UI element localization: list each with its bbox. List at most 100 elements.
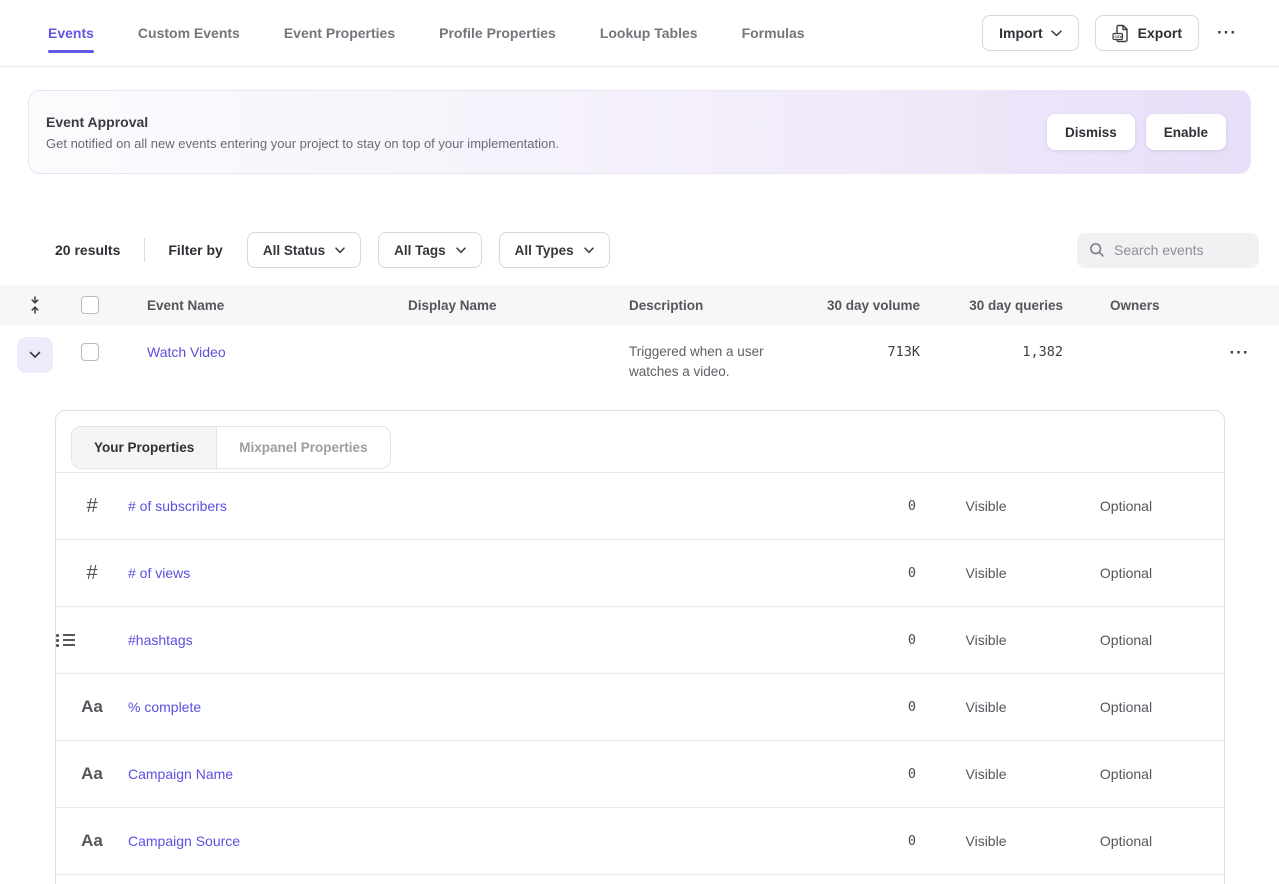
enable-button[interactable]: Enable xyxy=(1146,114,1226,150)
text-icon xyxy=(56,697,128,717)
property-row: Campaign Source 0 Visible Optional xyxy=(56,808,1224,875)
collapse-rows-icon[interactable] xyxy=(0,296,70,314)
select-all-checkbox[interactable] xyxy=(81,296,99,314)
import-label: Import xyxy=(999,25,1043,41)
property-visibility: Visible xyxy=(916,498,1056,514)
property-requirement: Optional xyxy=(1056,699,1196,715)
status-filter-dropdown[interactable]: All Status xyxy=(247,232,361,268)
property-row: % complete 0 Visible Optional xyxy=(56,674,1224,741)
property-row: # of views 0 Visible Optional xyxy=(56,540,1224,607)
event-approval-banner: Event Approval Get notified on all new e… xyxy=(28,90,1251,174)
property-visibility: Visible xyxy=(916,833,1056,849)
description-line-2: watches a video. xyxy=(629,362,820,382)
volume-value: 713K xyxy=(820,344,920,360)
property-row: # of subscribers 0 Visible Optional xyxy=(56,473,1224,540)
types-filter-dropdown[interactable]: All Types xyxy=(499,232,610,268)
tab-profile-properties[interactable]: Profile Properties xyxy=(439,0,556,66)
results-count: 20 results xyxy=(55,242,120,258)
property-queries: 0 xyxy=(806,632,916,648)
top-nav: Events Custom Events Event Properties Pr… xyxy=(0,0,1279,67)
nav-actions: Import csv Export ··· xyxy=(982,15,1239,51)
property-name-link[interactable]: # of views xyxy=(128,565,806,581)
filter-toolbar: 20 results Filter by All Status All Tags… xyxy=(0,232,1279,268)
property-visibility: Visible xyxy=(916,632,1056,648)
list-icon xyxy=(56,633,76,647)
row-checkbox[interactable] xyxy=(81,343,99,361)
filter-by-label: Filter by xyxy=(168,242,222,258)
banner-text: Event Approval Get notified on all new e… xyxy=(46,114,559,151)
properties-segmented-control: Your Properties Mixpanel Properties xyxy=(71,426,391,469)
tab-your-properties[interactable]: Your Properties xyxy=(72,427,217,468)
tab-lookup-tables[interactable]: Lookup Tables xyxy=(600,0,698,66)
property-queries: 0 xyxy=(806,498,916,514)
table-row: Watch Video Triggered when a user watche… xyxy=(0,325,1279,395)
event-name-cell: Watch Video xyxy=(147,325,408,362)
col-description: Description xyxy=(629,298,820,313)
chevron-down-icon xyxy=(584,247,594,254)
property-name-link[interactable]: Campaign Name xyxy=(128,766,806,782)
chevron-down-icon xyxy=(1051,30,1062,37)
export-label: Export xyxy=(1138,25,1182,41)
number-icon xyxy=(56,495,128,518)
description-line-1: Triggered when a user xyxy=(629,342,820,362)
property-name-link[interactable]: #hashtags xyxy=(128,632,806,648)
import-button[interactable]: Import xyxy=(982,15,1079,51)
tab-event-properties[interactable]: Event Properties xyxy=(284,0,395,66)
property-requirement: Optional xyxy=(1056,766,1196,782)
property-row: Campaign Name 0 Visible Optional xyxy=(56,741,1224,808)
event-name-link[interactable]: Watch Video xyxy=(147,344,226,360)
chevron-down-icon xyxy=(29,351,41,359)
event-description: Triggered when a user watches a video. xyxy=(629,342,820,382)
properties-panel: Your Properties Mixpanel Properties # of… xyxy=(55,410,1225,884)
csv-file-icon: csv xyxy=(1112,24,1130,43)
property-name-link[interactable]: Campaign Source xyxy=(128,833,806,849)
tab-custom-events[interactable]: Custom Events xyxy=(138,0,240,66)
property-queries: 0 xyxy=(806,833,916,849)
row-select-cell xyxy=(70,343,147,361)
property-queries: 0 xyxy=(806,565,916,581)
row-more-options-icon[interactable]: ··· xyxy=(1228,339,1252,367)
property-requirement: Optional xyxy=(1056,498,1196,514)
tab-mixpanel-properties[interactable]: Mixpanel Properties xyxy=(217,427,389,468)
property-requirement: Optional xyxy=(1056,833,1196,849)
types-filter-label: All Types xyxy=(515,243,574,258)
banner-description: Get notified on all new events entering … xyxy=(46,136,559,151)
collapse-row-button[interactable] xyxy=(17,337,53,373)
nav-tabs: Events Custom Events Event Properties Pr… xyxy=(48,0,805,66)
text-icon xyxy=(56,831,128,851)
property-visibility: Visible xyxy=(916,565,1056,581)
chevron-down-icon xyxy=(335,247,345,254)
property-visibility: Visible xyxy=(916,766,1056,782)
svg-text:csv: csv xyxy=(1114,34,1122,39)
col-volume: 30 day volume xyxy=(820,298,920,313)
property-name-link[interactable]: % complete xyxy=(128,699,806,715)
dismiss-button[interactable]: Dismiss xyxy=(1047,114,1135,150)
tags-filter-dropdown[interactable]: All Tags xyxy=(378,232,482,268)
number-icon xyxy=(56,562,128,585)
property-queries: 0 xyxy=(806,766,916,782)
property-name-link[interactable]: # of subscribers xyxy=(128,498,806,514)
search-box xyxy=(1077,233,1259,268)
search-input[interactable] xyxy=(1114,242,1234,258)
property-requirement: Optional xyxy=(1056,565,1196,581)
panel-tab-bar: Your Properties Mixpanel Properties xyxy=(56,411,1224,473)
property-row: #hashtags 0 Visible Optional xyxy=(56,607,1224,674)
more-options-icon[interactable]: ··· xyxy=(1215,19,1239,47)
tags-filter-label: All Tags xyxy=(394,243,446,258)
row-actions-cell: ··· xyxy=(1200,325,1279,367)
export-button[interactable]: csv Export xyxy=(1095,15,1199,51)
col-owners: Owners xyxy=(1063,298,1200,313)
property-requirement: Optional xyxy=(1056,632,1196,648)
property-visibility: Visible xyxy=(916,699,1056,715)
queries-value: 1,382 xyxy=(920,344,1063,360)
divider xyxy=(144,238,145,262)
col-display-name: Display Name xyxy=(408,298,629,313)
tab-formulas[interactable]: Formulas xyxy=(742,0,805,66)
property-queries: 0 xyxy=(806,699,916,715)
col-event-name: Event Name xyxy=(147,298,408,313)
banner-actions: Dismiss Enable xyxy=(1047,114,1226,150)
tab-events[interactable]: Events xyxy=(48,0,94,66)
select-all-cell xyxy=(70,296,147,314)
status-filter-label: All Status xyxy=(263,243,325,258)
expand-cell xyxy=(0,325,70,373)
